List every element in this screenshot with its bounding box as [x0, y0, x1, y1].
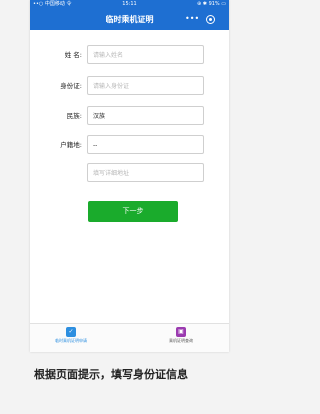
apply-icon: ✓ — [66, 327, 76, 337]
ethnicity-label: 民族: — [66, 112, 82, 120]
tab-apply-label: 临时乘机证明申请 — [55, 338, 87, 343]
more-dots-icon[interactable]: ••• — [185, 14, 199, 24]
name-input[interactable]: 请输入姓名 — [87, 45, 204, 64]
status-bar: ••○ 中国移动 令 15:11 ⊕ ✱ 91% ▭ — [30, 0, 229, 9]
tab-query-label: 乘机证明查询 — [169, 338, 193, 343]
ethnicity-select[interactable]: 汉族 — [87, 106, 204, 125]
ethnicity-row: 民族: 汉族 — [30, 106, 229, 128]
query-icon: ▣ — [176, 327, 186, 337]
id-card-label: 身份证: — [60, 82, 82, 90]
address-input[interactable]: 填写详细地址 — [87, 163, 204, 182]
hukou-select[interactable]: -- — [87, 135, 204, 154]
phone-screen: ••○ 中国移动 令 15:11 ⊕ ✱ 91% ▭ 临时乘机证明 ••• 姓 … — [30, 0, 229, 352]
name-label: 姓 名: — [64, 51, 82, 59]
close-target-icon[interactable] — [206, 15, 215, 24]
instruction-caption: 根据页面提示，填写身份证信息 — [34, 368, 188, 381]
hukou-label: 户籍地: — [60, 141, 82, 149]
id-card-input[interactable]: 请输入身份证 — [87, 76, 204, 95]
bottom-tab-bar: ✓ 临时乘机证明申请 ▣ 乘机证明查询 — [30, 323, 229, 352]
next-step-button[interactable]: 下一步 — [88, 201, 178, 222]
tab-query[interactable]: ▣ 乘机证明查询 — [141, 327, 221, 345]
id-card-row: 身份证: 请输入身份证 — [30, 76, 229, 98]
title-bar: 临时乘机证明 ••• — [30, 9, 229, 30]
hukou-row: 户籍地: -- — [30, 135, 229, 157]
name-row: 姓 名: 请输入姓名 — [30, 45, 229, 67]
battery-status: ⊕ ✱ 91% ▭ — [197, 1, 226, 7]
address-row: 填写详细地址 — [30, 163, 229, 185]
tab-apply[interactable]: ✓ 临时乘机证明申请 — [31, 327, 111, 345]
